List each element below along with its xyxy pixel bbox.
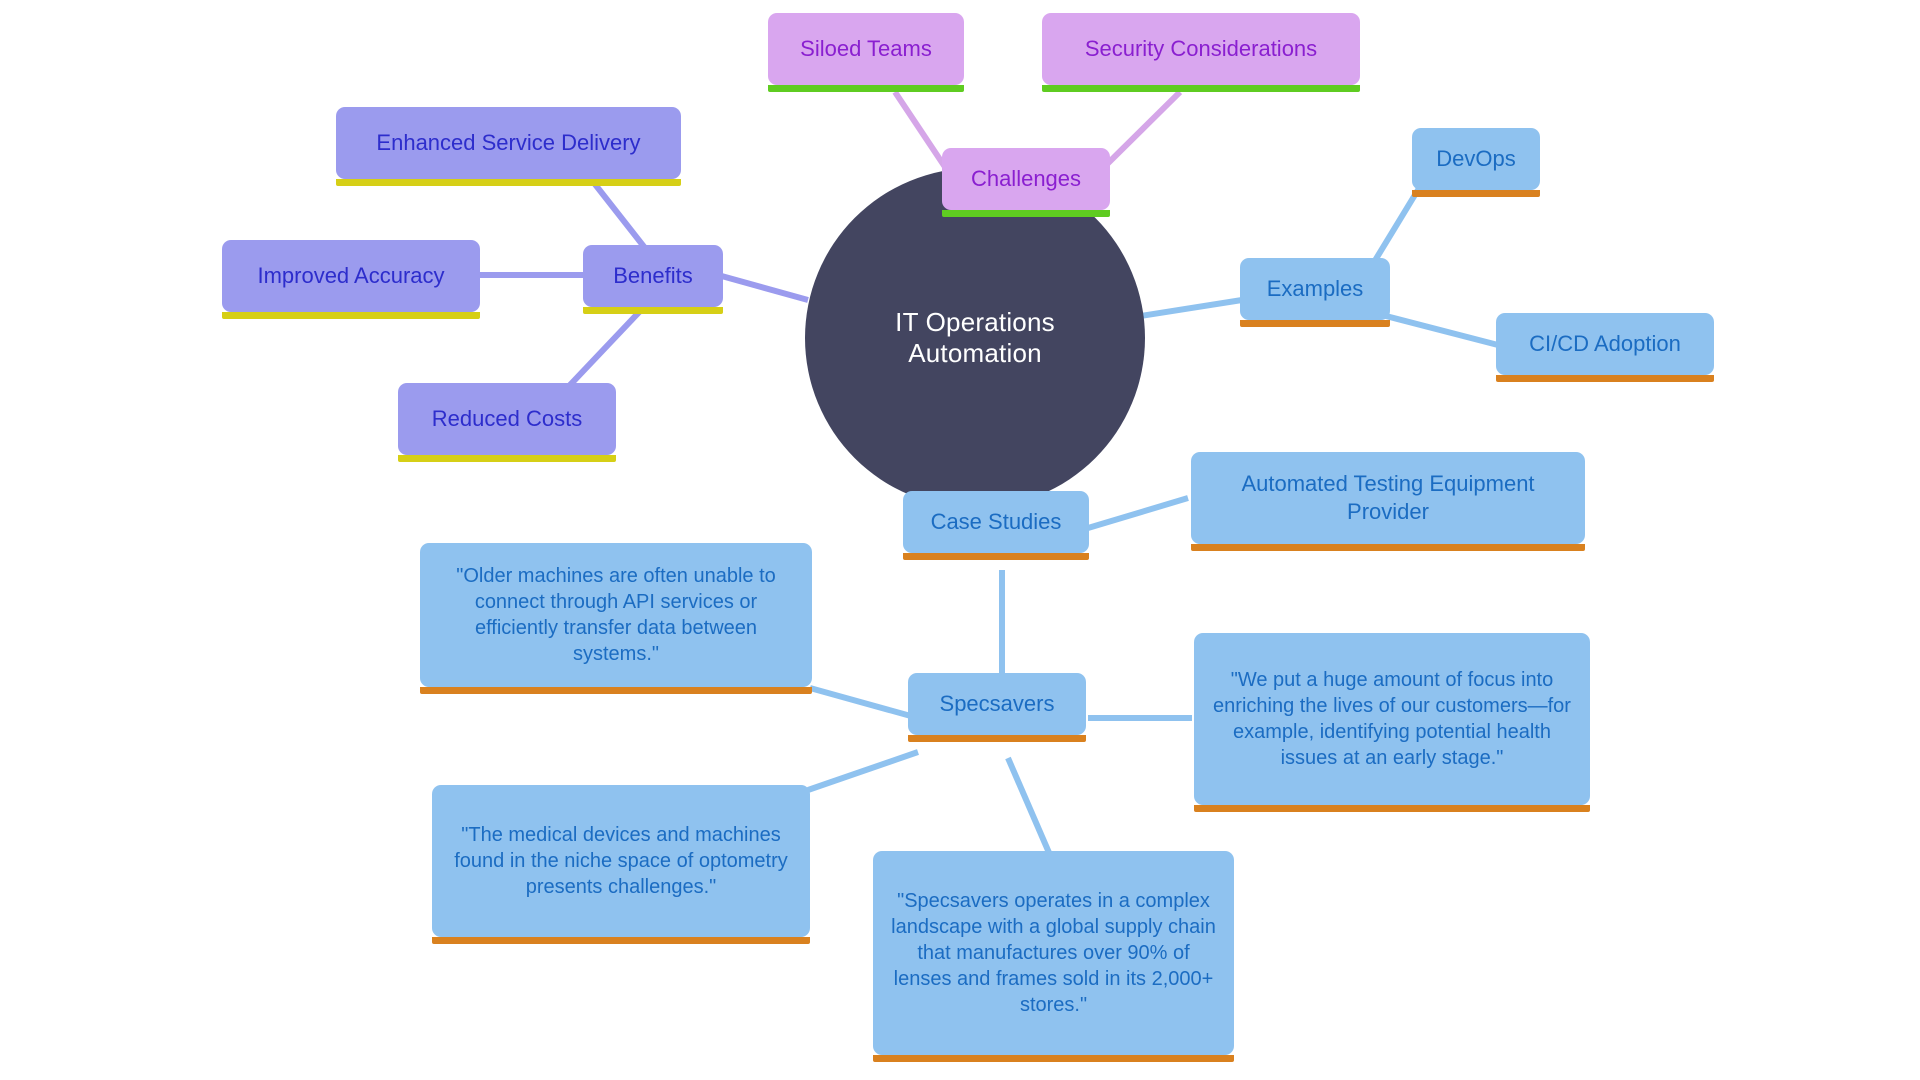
node-improved-accuracy[interactable]: Improved Accuracy bbox=[222, 240, 480, 319]
node-underline bbox=[768, 85, 964, 92]
node-enhanced-service-delivery-label: Enhanced Service Delivery bbox=[376, 129, 641, 155]
node-devops-label: DevOps bbox=[1436, 145, 1516, 171]
node-underline bbox=[222, 312, 480, 319]
node-improved-accuracy-label: Improved Accuracy bbox=[257, 262, 445, 288]
node-underline bbox=[1042, 85, 1360, 92]
edge-benefits-enhanced-service-delivery bbox=[591, 181, 648, 250]
node-underline bbox=[903, 553, 1089, 560]
node-reduced-costs[interactable]: Reduced Costs bbox=[398, 383, 616, 462]
node-cicd-adoption[interactable]: CI/CD Adoption bbox=[1496, 313, 1714, 382]
node-underline bbox=[1240, 320, 1390, 327]
node-underline bbox=[583, 307, 723, 314]
edge-examples-cicd-adoption bbox=[1381, 312, 1499, 348]
branch-node-benefits-label: Benefits bbox=[613, 262, 693, 288]
branch-node-challenges-label: Challenges bbox=[970, 165, 1082, 191]
node-reduced-costs-label: Reduced Costs bbox=[431, 405, 583, 431]
node-quote-enriching-lives[interactable]: "We put a huge amount of focus into enri… bbox=[1194, 633, 1590, 812]
mind-map-canvas: IT Operations Automation Challenges Silo… bbox=[0, 0, 1920, 1080]
branch-node-benefits[interactable]: Benefits bbox=[583, 245, 723, 314]
node-underline bbox=[908, 735, 1086, 742]
node-security-considerations-label: Security Considerations bbox=[1084, 35, 1318, 61]
node-automated-testing-equipment-provider[interactable]: Automated Testing Equipment Provider bbox=[1191, 452, 1585, 551]
node-devops[interactable]: DevOps bbox=[1412, 128, 1540, 197]
node-cicd-adoption-label: CI/CD Adoption bbox=[1529, 330, 1681, 356]
edge-root-benefits bbox=[717, 272, 809, 303]
node-enhanced-service-delivery[interactable]: Enhanced Service Delivery bbox=[336, 107, 681, 186]
node-quote-complex-landscape[interactable]: "Specsavers operates in a complex landsc… bbox=[873, 851, 1234, 1062]
node-underline bbox=[1194, 805, 1590, 812]
node-quote-older-machines-label: "Older machines are often unable to conn… bbox=[456, 565, 776, 665]
node-specsavers[interactable]: Specsavers bbox=[908, 673, 1086, 742]
node-automated-testing-equipment-provider-label: Automated Testing Equipment Provider bbox=[1241, 470, 1535, 524]
node-specsavers-label: Specsavers bbox=[939, 690, 1055, 716]
branch-node-examples[interactable]: Examples bbox=[1240, 258, 1390, 327]
edge-benefits-reduced-costs bbox=[567, 305, 646, 388]
root-node-label: IT Operations Automation bbox=[895, 307, 1055, 368]
branch-node-examples-label: Examples bbox=[1266, 275, 1364, 301]
node-underline bbox=[942, 210, 1110, 217]
edge-specsavers-quote-medical-devices bbox=[807, 749, 919, 793]
node-underline bbox=[873, 1055, 1234, 1062]
branch-node-case-studies[interactable]: Case Studies bbox=[903, 491, 1089, 560]
node-underline bbox=[1191, 544, 1585, 551]
node-underline bbox=[398, 455, 616, 462]
branch-node-challenges[interactable]: Challenges bbox=[942, 148, 1110, 217]
node-underline bbox=[1496, 375, 1714, 382]
node-security-considerations[interactable]: Security Considerations bbox=[1042, 13, 1360, 92]
edge-case-studies-ate-provider bbox=[1087, 495, 1189, 531]
node-underline bbox=[432, 937, 810, 944]
edge-specsavers-quote-older-machines bbox=[809, 685, 919, 721]
node-quote-medical-devices[interactable]: "The medical devices and machines found … bbox=[432, 785, 810, 944]
node-quote-complex-landscape-label: "Specsavers operates in a complex landsc… bbox=[891, 890, 1216, 1016]
node-underline bbox=[420, 687, 812, 694]
root-node-it-operations-automation[interactable]: IT Operations Automation bbox=[805, 168, 1145, 508]
node-underline bbox=[1412, 190, 1540, 197]
edge-root-examples bbox=[1127, 297, 1243, 321]
node-quote-medical-devices-label: "The medical devices and machines found … bbox=[454, 824, 788, 898]
branch-node-case-studies-label: Case Studies bbox=[930, 508, 1062, 534]
node-siloed-teams-label: Siloed Teams bbox=[800, 35, 932, 61]
node-quote-enriching-lives-label: "We put a huge amount of focus into enri… bbox=[1213, 669, 1571, 769]
node-siloed-teams[interactable]: Siloed Teams bbox=[768, 13, 964, 92]
edge-specsavers-quote-complex-landscape bbox=[1005, 756, 1053, 857]
node-underline bbox=[336, 179, 681, 186]
node-quote-older-machines[interactable]: "Older machines are often unable to conn… bbox=[420, 543, 812, 694]
